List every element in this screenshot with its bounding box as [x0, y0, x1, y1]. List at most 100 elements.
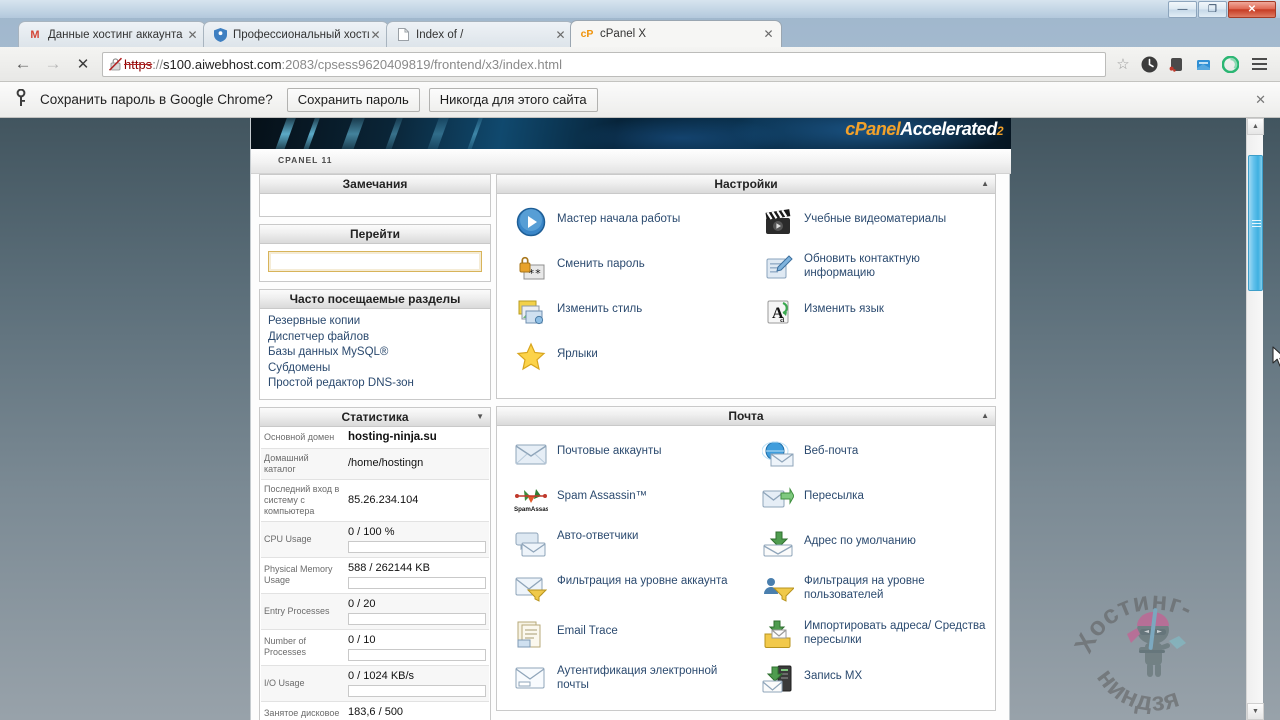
statistics-panel-header[interactable]: Статистика ▼	[260, 407, 490, 427]
mail-item-account-level-filtering[interactable]: Фильтрация на уровне аккаунта	[499, 567, 746, 612]
statistics-table: Основной домен hosting-ninja.su Домашний…	[261, 427, 489, 720]
key-icon	[10, 88, 32, 111]
stat-value-disk: 183,6 / 500	[345, 701, 489, 720]
mail-item-import-addresses-forwarders[interactable]: Импортировать адреса/ Средства пересылки	[746, 612, 993, 657]
tab-close-icon[interactable]: ✕	[554, 29, 567, 41]
documents-trace-icon	[513, 617, 549, 651]
tab-title: Данные хостинг аккаунта	[48, 28, 183, 41]
stop-loading-button[interactable]: ✕	[68, 51, 98, 77]
bookmark-star-icon[interactable]: ☆	[1112, 53, 1134, 75]
browser-tab-1[interactable]: M Данные хостинг аккаунта ✕	[18, 21, 206, 47]
browser-tab-3[interactable]: Index of / ✕	[386, 21, 574, 47]
close-window-button[interactable]: ✕	[1228, 1, 1276, 18]
browser-tab-4-active[interactable]: cP cPanel X ✕	[570, 20, 782, 47]
history-clock-icon[interactable]	[1137, 52, 1161, 76]
settings-item-change-password[interactable]: ** Сменить пароль	[499, 245, 746, 290]
maximize-button[interactable]: ❐	[1198, 1, 1227, 18]
frequent-link-subdomains[interactable]: Субдомены	[268, 361, 482, 377]
tab-title: cPanel X	[600, 28, 647, 40]
scrollbar-thumb[interactable]	[1248, 155, 1263, 291]
tab-close-icon[interactable]: ✕	[369, 29, 382, 41]
window-titlebar: — ❐ ✕	[0, 0, 1280, 18]
mail-item-mx-entry[interactable]: Запись MX	[746, 657, 993, 702]
stat-label: Домашний каталог	[264, 452, 309, 474]
table-row: Занятое дисковое пространство 183,6 / 50…	[261, 701, 489, 720]
mail-item-webmail[interactable]: Веб-почта	[746, 432, 993, 477]
browser-tab-2[interactable]: Профессиональный хостинг ✕	[203, 21, 389, 47]
logo-cpanel-text: cPanel	[845, 119, 901, 139]
minimize-button[interactable]: —	[1168, 1, 1197, 18]
settings-item-label: Мастер начала работы	[557, 213, 681, 225]
chevron-up-icon[interactable]: ▲	[981, 411, 989, 420]
mail-item-default-address[interactable]: Адрес по умолчанию	[746, 522, 993, 567]
scroll-down-arrow-icon[interactable]: ▼	[1247, 703, 1264, 720]
padlock-asterisks-icon: **	[513, 250, 549, 284]
stat-label: Physical Memory Usage	[264, 564, 333, 585]
mail-item-label: Почтовые аккаунты	[557, 445, 662, 457]
mail-item-forwarders[interactable]: Пересылка	[746, 477, 993, 522]
settings-item-label: Обновить контактную информацию	[804, 253, 920, 279]
settings-item-change-style[interactable]: Изменить стиль	[499, 290, 746, 335]
scroll-up-arrow-icon[interactable]: ▲	[1247, 118, 1264, 135]
tab-close-icon[interactable]: ✕	[186, 29, 199, 41]
settings-item-shortcuts[interactable]: Ярлыки	[499, 335, 746, 380]
mail-item-autoresponders[interactable]: Авто-ответчики	[499, 522, 746, 567]
cpanel-accelerated-logo: cPanelAccelerated2	[845, 119, 1003, 140]
forward-button[interactable]: →	[38, 51, 68, 77]
table-row: Physical Memory Usage 588 / 262144 KB	[261, 557, 489, 593]
logo-accelerated-text: Accelerated	[900, 119, 997, 139]
mail-item-label: Пересылка	[804, 490, 864, 502]
url-path: :2083/cpsess9620409819/frontend/x3/index…	[281, 56, 562, 72]
mail-item-email-trace[interactable]: Email Trace	[499, 612, 746, 657]
settings-panel-header[interactable]: Настройки ▲	[497, 175, 995, 194]
stat-label: I/O Usage	[264, 677, 305, 688]
svg-text:Хостинг-: Хостинг-	[1069, 585, 1198, 657]
contact-card-pencil-icon	[760, 250, 796, 284]
evernote-icon[interactable]	[1164, 52, 1188, 76]
back-button[interactable]: ←	[8, 51, 38, 77]
settings-item-label: Изменить язык	[804, 303, 884, 315]
save-password-button[interactable]: Сохранить пароль	[286, 87, 420, 112]
tab-close-icon[interactable]: ✕	[762, 28, 775, 40]
settings-item-video-tutorials[interactable]: Учебные видеоматериалы	[746, 200, 993, 245]
chevron-down-icon[interactable]: ▼	[476, 412, 484, 421]
import-tray-icon	[760, 617, 796, 651]
url-scheme: https	[124, 56, 153, 72]
bluefolder-icon[interactable]	[1191, 52, 1215, 76]
frequent-link-file-manager[interactable]: Диспетчер файлов	[268, 330, 482, 346]
chrome-menu-icon[interactable]	[1246, 52, 1272, 76]
frequent-link-mysql-databases[interactable]: Базы данных MySQL®	[268, 345, 482, 361]
svg-text:SpamAssassin: SpamAssassin	[514, 506, 548, 513]
settings-item-update-contact-info[interactable]: Обновить контактную информацию	[746, 245, 993, 290]
never-for-this-site-button[interactable]: Никогда для этого сайта	[428, 87, 598, 112]
svg-text:a: a	[780, 314, 785, 325]
infobar-close-icon[interactable]: ✕	[1255, 92, 1270, 108]
mail-item-user-level-filtering[interactable]: Фильтрация на уровне пользователей	[746, 567, 993, 612]
tab-title: Index of /	[416, 28, 464, 41]
infobar-message: Сохранить пароль в Google Chrome?	[40, 92, 273, 107]
goto-title: Перейти	[350, 227, 400, 241]
settings-item-label: Ярлыки	[557, 348, 598, 360]
mail-item-spamassassin[interactable]: SpamAssassin Spam Assassin™	[499, 477, 746, 522]
chevron-up-icon[interactable]: ▲	[981, 179, 989, 188]
broken-lock-icon[interactable]	[108, 56, 122, 72]
browser-toolbar: ← → ✕ https://s100.aiwebhost.com:2083/cp…	[0, 47, 1280, 82]
settings-item-getting-started-wizard[interactable]: Мастер начала работы	[499, 200, 746, 245]
table-row: Основной домен hosting-ninja.su	[261, 427, 489, 448]
goto-input[interactable]	[268, 251, 482, 272]
mail-item-email-accounts[interactable]: Почтовые аккаунты	[499, 432, 746, 477]
mail-item-email-authentication[interactable]: Аутентификация электронной почты	[499, 657, 746, 702]
settings-panel: Настройки ▲ Мастер начала работы Учебные…	[496, 174, 996, 399]
frequent-title: Часто посещаемые разделы	[289, 292, 461, 306]
green-circle-icon[interactable]	[1218, 52, 1242, 76]
frequent-link-backups[interactable]: Резервные копии	[268, 314, 482, 330]
mail-panel-header[interactable]: Почта ▲	[497, 407, 995, 426]
mail-item-label: Адрес по умолчанию	[804, 535, 916, 547]
page-scrollbar-vertical[interactable]: ▲ ▼	[1246, 118, 1264, 720]
goto-body	[260, 244, 490, 281]
settings-item-change-language[interactable]: Aa Изменить язык	[746, 290, 993, 335]
envelope-filter-icon	[513, 572, 549, 606]
stat-label: Последний вход в систему с компьютера	[264, 483, 340, 516]
address-bar[interactable]: https://s100.aiwebhost.com:2083/cpsess96…	[102, 51, 1106, 77]
frequent-link-simple-dns-editor[interactable]: Простой редактор DNS-зон	[268, 376, 482, 392]
